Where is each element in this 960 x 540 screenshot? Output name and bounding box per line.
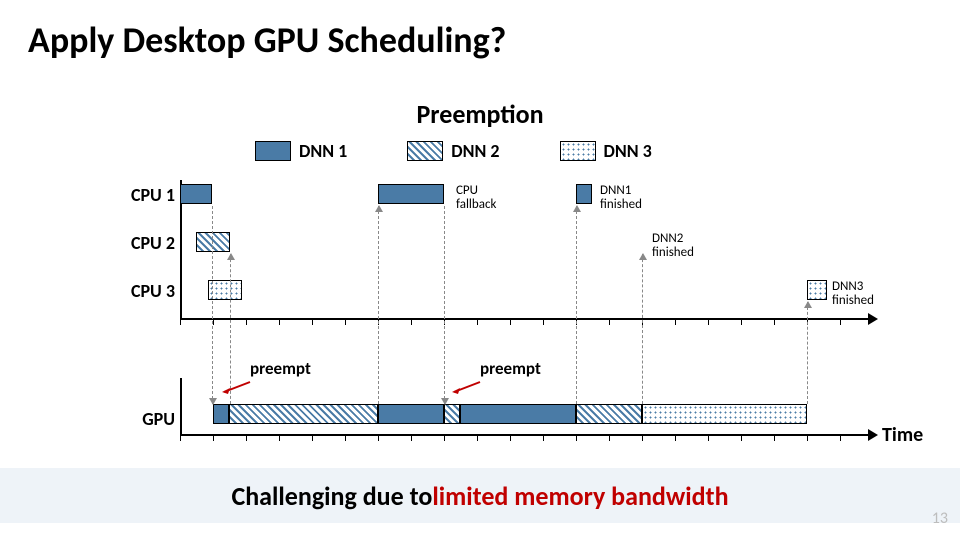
tick [345, 318, 346, 325]
tick [312, 434, 313, 441]
tick [411, 318, 412, 325]
swatch-dnn2 [407, 141, 443, 161]
tick [477, 318, 478, 325]
tick [840, 318, 841, 325]
vdash-7 [807, 302, 808, 404]
tick [180, 318, 181, 325]
tick [609, 434, 610, 441]
bar-gpu-dnn1-c [460, 404, 576, 424]
legend-label-dnn2: DNN 2 [451, 140, 499, 162]
caption-bar: Challenging due to limited memory bandwi… [0, 468, 960, 523]
tick [378, 434, 379, 441]
row-label-cpu1: CPU 1 [131, 184, 175, 206]
tick [345, 434, 346, 441]
tick [708, 434, 709, 441]
tick [807, 434, 808, 441]
tick [741, 318, 742, 325]
vdash-3 [378, 206, 379, 404]
bar-cpu1-dnn1-c [576, 184, 592, 204]
tick [741, 434, 742, 441]
caption-lead: Challenging due to [231, 480, 432, 512]
bar-gpu-dnn2-c [576, 404, 642, 424]
vdash-4 [444, 206, 445, 404]
tick [411, 434, 412, 441]
caption-emph: limited memory bandwidth [432, 480, 728, 512]
arrow-icon [868, 313, 878, 325]
tick [510, 318, 511, 325]
ticks-top [180, 318, 840, 326]
page-title: Apply Desktop GPU Scheduling? [28, 18, 506, 62]
row-label-gpu: GPU [142, 408, 175, 430]
annot-preempt-1: preempt [250, 358, 311, 379]
annot-dnn3-finished: DNN3 finished [832, 280, 874, 307]
bar-gpu-dnn2-a [229, 404, 378, 424]
legend-item-dnn2: DNN 2 [407, 140, 499, 162]
bar-gpu-dnn3 [642, 404, 807, 424]
tick [675, 434, 676, 441]
bar-cpu3-dnn3-b [807, 280, 827, 300]
legend-item-dnn1: DNN 1 [255, 140, 347, 162]
tick [279, 434, 280, 441]
legend: DNN 1 DNN 2 DNN 3 [255, 140, 652, 162]
tick [279, 318, 280, 325]
bar-gpu-dnn1-b [378, 404, 444, 424]
tick [774, 318, 775, 325]
row-label-cpu2: CPU 2 [131, 232, 175, 254]
tick [543, 434, 544, 441]
tick [312, 318, 313, 325]
annot-dnn2-finished: DNN2 finished [652, 232, 694, 259]
annot-preempt-2: preempt [480, 358, 541, 379]
preempt-arrow-1-icon [222, 378, 250, 388]
tick [477, 434, 478, 441]
legend-item-dnn3: DNN 3 [560, 140, 652, 162]
bar-cpu2-dnn2 [196, 232, 230, 252]
vdash-1 [212, 206, 213, 404]
legend-label-dnn1: DNN 1 [299, 140, 347, 162]
tick [642, 434, 643, 441]
chart-subtitle: Preemption [0, 98, 960, 130]
tick [576, 434, 577, 441]
axis-y-bottom [180, 378, 182, 434]
vdash-6 [642, 254, 643, 404]
tick [180, 434, 181, 441]
tick [246, 434, 247, 441]
tick [840, 434, 841, 441]
preempt-arrow-2-icon [452, 378, 480, 388]
ticks-bottom [180, 434, 840, 442]
page-number: 13 [932, 509, 948, 528]
swatch-dnn3 [560, 141, 596, 161]
bar-gpu-dnn2-b [444, 404, 460, 424]
annot-dnn1-finished: DNN1 finished [600, 184, 642, 211]
tick [213, 318, 214, 325]
tick [444, 434, 445, 441]
tick [609, 318, 610, 325]
tick [774, 434, 775, 441]
bar-cpu1-dnn1-b [378, 184, 444, 204]
bar-cpu3-dnn3-a [208, 280, 242, 300]
annot-cpu-fallback: CPU fallback [456, 184, 496, 211]
time-axis-label: Time [882, 423, 923, 447]
tick [708, 318, 709, 325]
bar-cpu1-dnn1-a [180, 184, 212, 204]
legend-label-dnn3: DNN 3 [604, 140, 652, 162]
tick [246, 318, 247, 325]
tick [510, 434, 511, 441]
tick [675, 318, 676, 325]
bar-gpu-dnn1-a [213, 404, 229, 424]
vdash-5 [576, 206, 577, 404]
swatch-dnn1 [255, 141, 291, 161]
chart-area: CPU 1 CPU 2 CPU 3 GPU Time CPU fallback … [100, 180, 880, 460]
tick [213, 434, 214, 441]
tick [543, 318, 544, 325]
row-label-cpu3: CPU 3 [131, 280, 175, 302]
arrow-icon [868, 429, 878, 441]
